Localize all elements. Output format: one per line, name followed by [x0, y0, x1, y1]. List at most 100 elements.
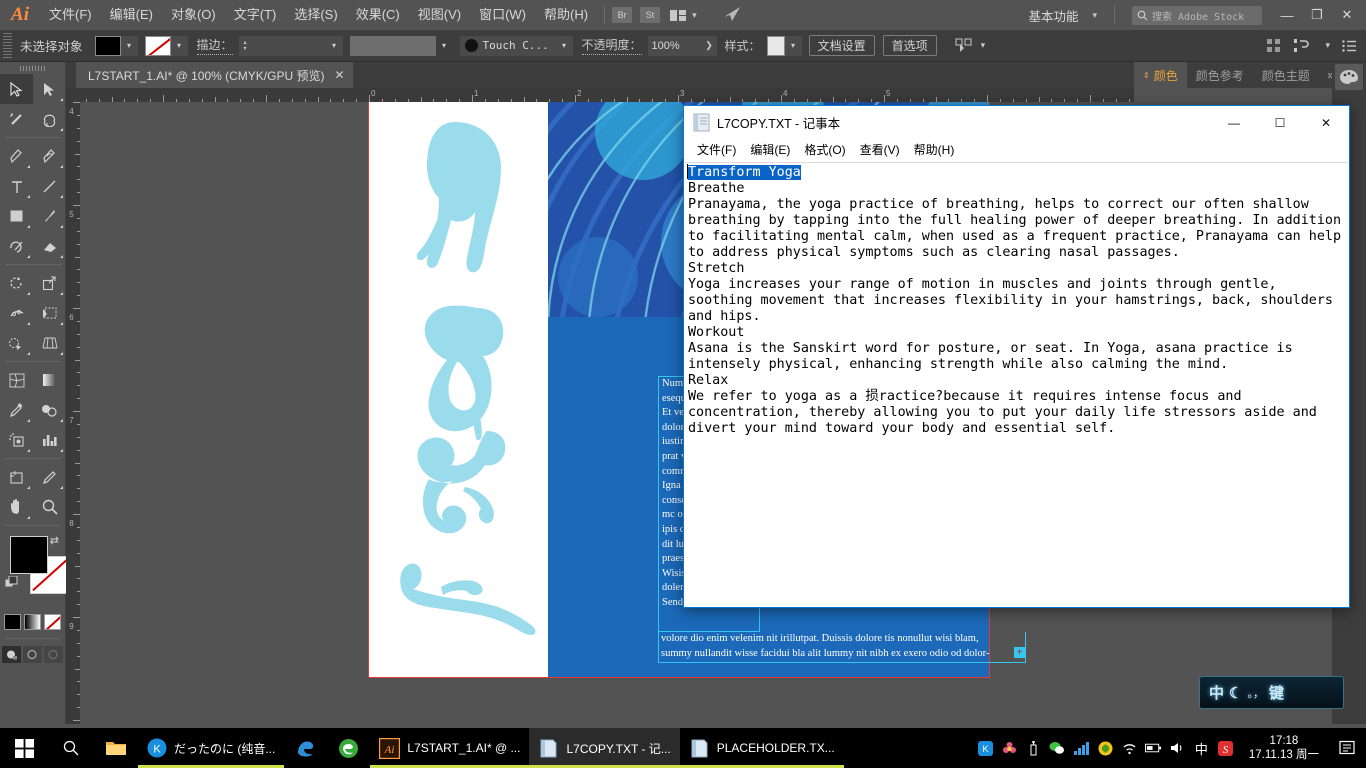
menu-type[interactable]: 文字(T)	[225, 0, 286, 30]
tool-type[interactable]	[0, 171, 33, 201]
control-bar-grip[interactable]	[3, 33, 12, 59]
notepad-title-bar[interactable]: L7COPY.TXT - 记事本 — ☐ ✕	[684, 106, 1349, 139]
taskbar-search-icon[interactable]	[48, 728, 94, 768]
tray-shield-icon[interactable]	[1097, 740, 1114, 757]
ime-keyboard-label[interactable]: 键	[1269, 682, 1284, 703]
workspace-chevron-icon[interactable]: ▾	[1092, 10, 1097, 21]
menu-window[interactable]: 窗口(W)	[470, 0, 535, 30]
tool-pen[interactable]	[0, 141, 33, 171]
opacity-label[interactable]: 不透明度：	[582, 36, 642, 55]
tray-volume-icon[interactable]	[1169, 740, 1186, 757]
app-minimize-button[interactable]: —	[1272, 0, 1302, 30]
stroke-profile-dropdown-icon[interactable]: ▾	[436, 36, 453, 56]
tray-wechat-icon[interactable]	[1049, 740, 1066, 757]
tool-slice[interactable]	[33, 462, 66, 492]
notepad-minimize-button[interactable]: —	[1211, 107, 1257, 139]
tool-free-transform[interactable]	[33, 298, 66, 328]
taskbar-notepad-l7copy[interactable]: L7COPY.TXT - 记...	[529, 728, 679, 768]
yoga-silhouette-twist[interactable]	[399, 427, 521, 539]
fill-dropdown-icon[interactable]: ▾	[121, 36, 138, 56]
transform-panel-icon[interactable]	[1293, 39, 1309, 52]
adobe-stock-search[interactable]: 搜索 Adobe Stock	[1132, 6, 1262, 25]
start-button[interactable]	[0, 728, 48, 768]
arrange-documents-icon[interactable]	[668, 8, 688, 22]
menu-file[interactable]: 文件(F)	[40, 0, 101, 30]
bridge-button[interactable]: Br	[612, 7, 632, 23]
tool-mesh[interactable]	[0, 365, 33, 395]
stroke-dropdown-icon[interactable]: ▾	[171, 36, 188, 56]
ime-punctuation-toggle[interactable]: 。，	[1247, 685, 1264, 701]
document-setup-button[interactable]: 文档设置	[809, 35, 875, 56]
tool-gradient[interactable]	[33, 365, 66, 395]
tool-artboard[interactable]	[0, 462, 33, 492]
align-grid-icon[interactable]	[1267, 39, 1281, 52]
style-dropdown-icon[interactable]: ▾	[785, 36, 802, 56]
tool-rectangle[interactable]	[0, 201, 33, 231]
tool-scale[interactable]	[33, 268, 66, 298]
taskbar-illustrator[interactable]: Ai L7START_1.AI* @ ...	[370, 728, 529, 768]
stroke-weight-input[interactable]	[252, 36, 326, 56]
vertical-ruler[interactable]: 45678910	[66, 102, 80, 724]
tool-magic-wand[interactable]	[0, 104, 33, 134]
ime-language-bar[interactable]: 中 ☾ 。， 键	[1199, 676, 1344, 709]
fill-color-swatch[interactable]	[95, 36, 121, 56]
tray-kugou-icon[interactable]: K	[977, 740, 994, 757]
color-mode-gradient[interactable]	[24, 614, 41, 630]
tool-lasso[interactable]	[33, 104, 66, 134]
document-tab-close-icon[interactable]: ✕	[334, 68, 344, 82]
tool-zoom[interactable]	[33, 492, 66, 522]
ime-mode-label[interactable]: 中	[1209, 682, 1224, 703]
menu-edit[interactable]: 编辑(E)	[101, 0, 162, 30]
app-close-button[interactable]: ✕	[1332, 0, 1362, 30]
stock-button[interactable]: St	[640, 7, 660, 23]
tray-wifi-icon[interactable]	[1121, 740, 1138, 757]
tool-perspective-grid[interactable]	[33, 328, 66, 358]
control-bar-menu-icon[interactable]	[1342, 40, 1356, 52]
taskbar-clock[interactable]: 17:18 17.11.13 周一	[1241, 734, 1327, 762]
taskbar-360-browser[interactable]	[327, 728, 370, 768]
select-similar-icon[interactable]	[955, 38, 973, 53]
tool-blend[interactable]	[33, 395, 66, 425]
panel-tab-color[interactable]: ⇕ 颜色	[1134, 62, 1187, 88]
tray-sogou-icon[interactable]: S	[1217, 740, 1234, 757]
taskbar-notepad-placeholder[interactable]: PLACEHOLDER.TX...	[680, 728, 844, 768]
horizontal-ruler[interactable]: 012345	[80, 88, 1134, 102]
draw-behind-mode[interactable]	[23, 646, 42, 663]
taskbar-edge[interactable]	[284, 728, 327, 768]
tools-panel-grip[interactable]	[0, 62, 65, 74]
default-fill-stroke-icon[interactable]	[5, 576, 18, 589]
select-similar-chevron-icon[interactable]: ▾	[981, 40, 986, 51]
tray-signal-icon[interactable]	[1073, 740, 1090, 757]
tool-shape-builder[interactable]	[0, 328, 33, 358]
text-overflow-indicator[interactable]: +	[1014, 647, 1025, 658]
notepad-window[interactable]: L7COPY.TXT - 记事本 — ☐ ✕ 文件(F) 编辑(E) 格式(O)…	[683, 105, 1350, 608]
notepad-maximize-button[interactable]: ☐	[1257, 107, 1303, 139]
tool-eraser[interactable]	[33, 231, 66, 261]
notepad-menu-file[interactable]: 文件(F)	[690, 140, 743, 161]
yoga-silhouette-reclining[interactable]	[397, 557, 547, 635]
tool-width[interactable]	[0, 298, 33, 328]
taskbar-file-explorer[interactable]	[94, 728, 138, 768]
tool-hand[interactable]	[0, 492, 33, 522]
tool-column-graph[interactable]	[33, 425, 66, 455]
tool-paintbrush[interactable]	[33, 201, 66, 231]
menu-help[interactable]: 帮助(H)	[535, 0, 597, 30]
stroke-weight-label[interactable]: 描边：	[197, 36, 233, 55]
menu-object[interactable]: 对象(O)	[162, 0, 225, 30]
preferences-button[interactable]: 首选项	[883, 35, 937, 56]
tool-direct-selection[interactable]	[33, 74, 66, 104]
tray-battery-icon[interactable]	[1145, 740, 1162, 757]
color-panel-rail-icon[interactable]	[1335, 64, 1363, 90]
draw-normal-mode[interactable]	[2, 646, 21, 663]
notepad-text-area[interactable]: Transform Yoga Breathe Pranayama, the yo…	[685, 162, 1348, 606]
toolbar-fill-swatch[interactable]	[10, 536, 48, 574]
cloud-sync-icon[interactable]	[723, 6, 742, 25]
tool-rotate[interactable]	[0, 268, 33, 298]
tool-curvature[interactable]	[33, 141, 66, 171]
menu-effect[interactable]: 效果(C)	[347, 0, 409, 30]
tool-symbol-sprayer[interactable]	[0, 425, 33, 455]
stroke-weight-stepper[interactable]: ▴▾	[239, 36, 252, 56]
tray-usb-icon[interactable]	[1025, 740, 1042, 757]
tray-ime-indicator[interactable]: 中	[1193, 740, 1210, 757]
stroke-color-swatch[interactable]	[145, 36, 171, 56]
